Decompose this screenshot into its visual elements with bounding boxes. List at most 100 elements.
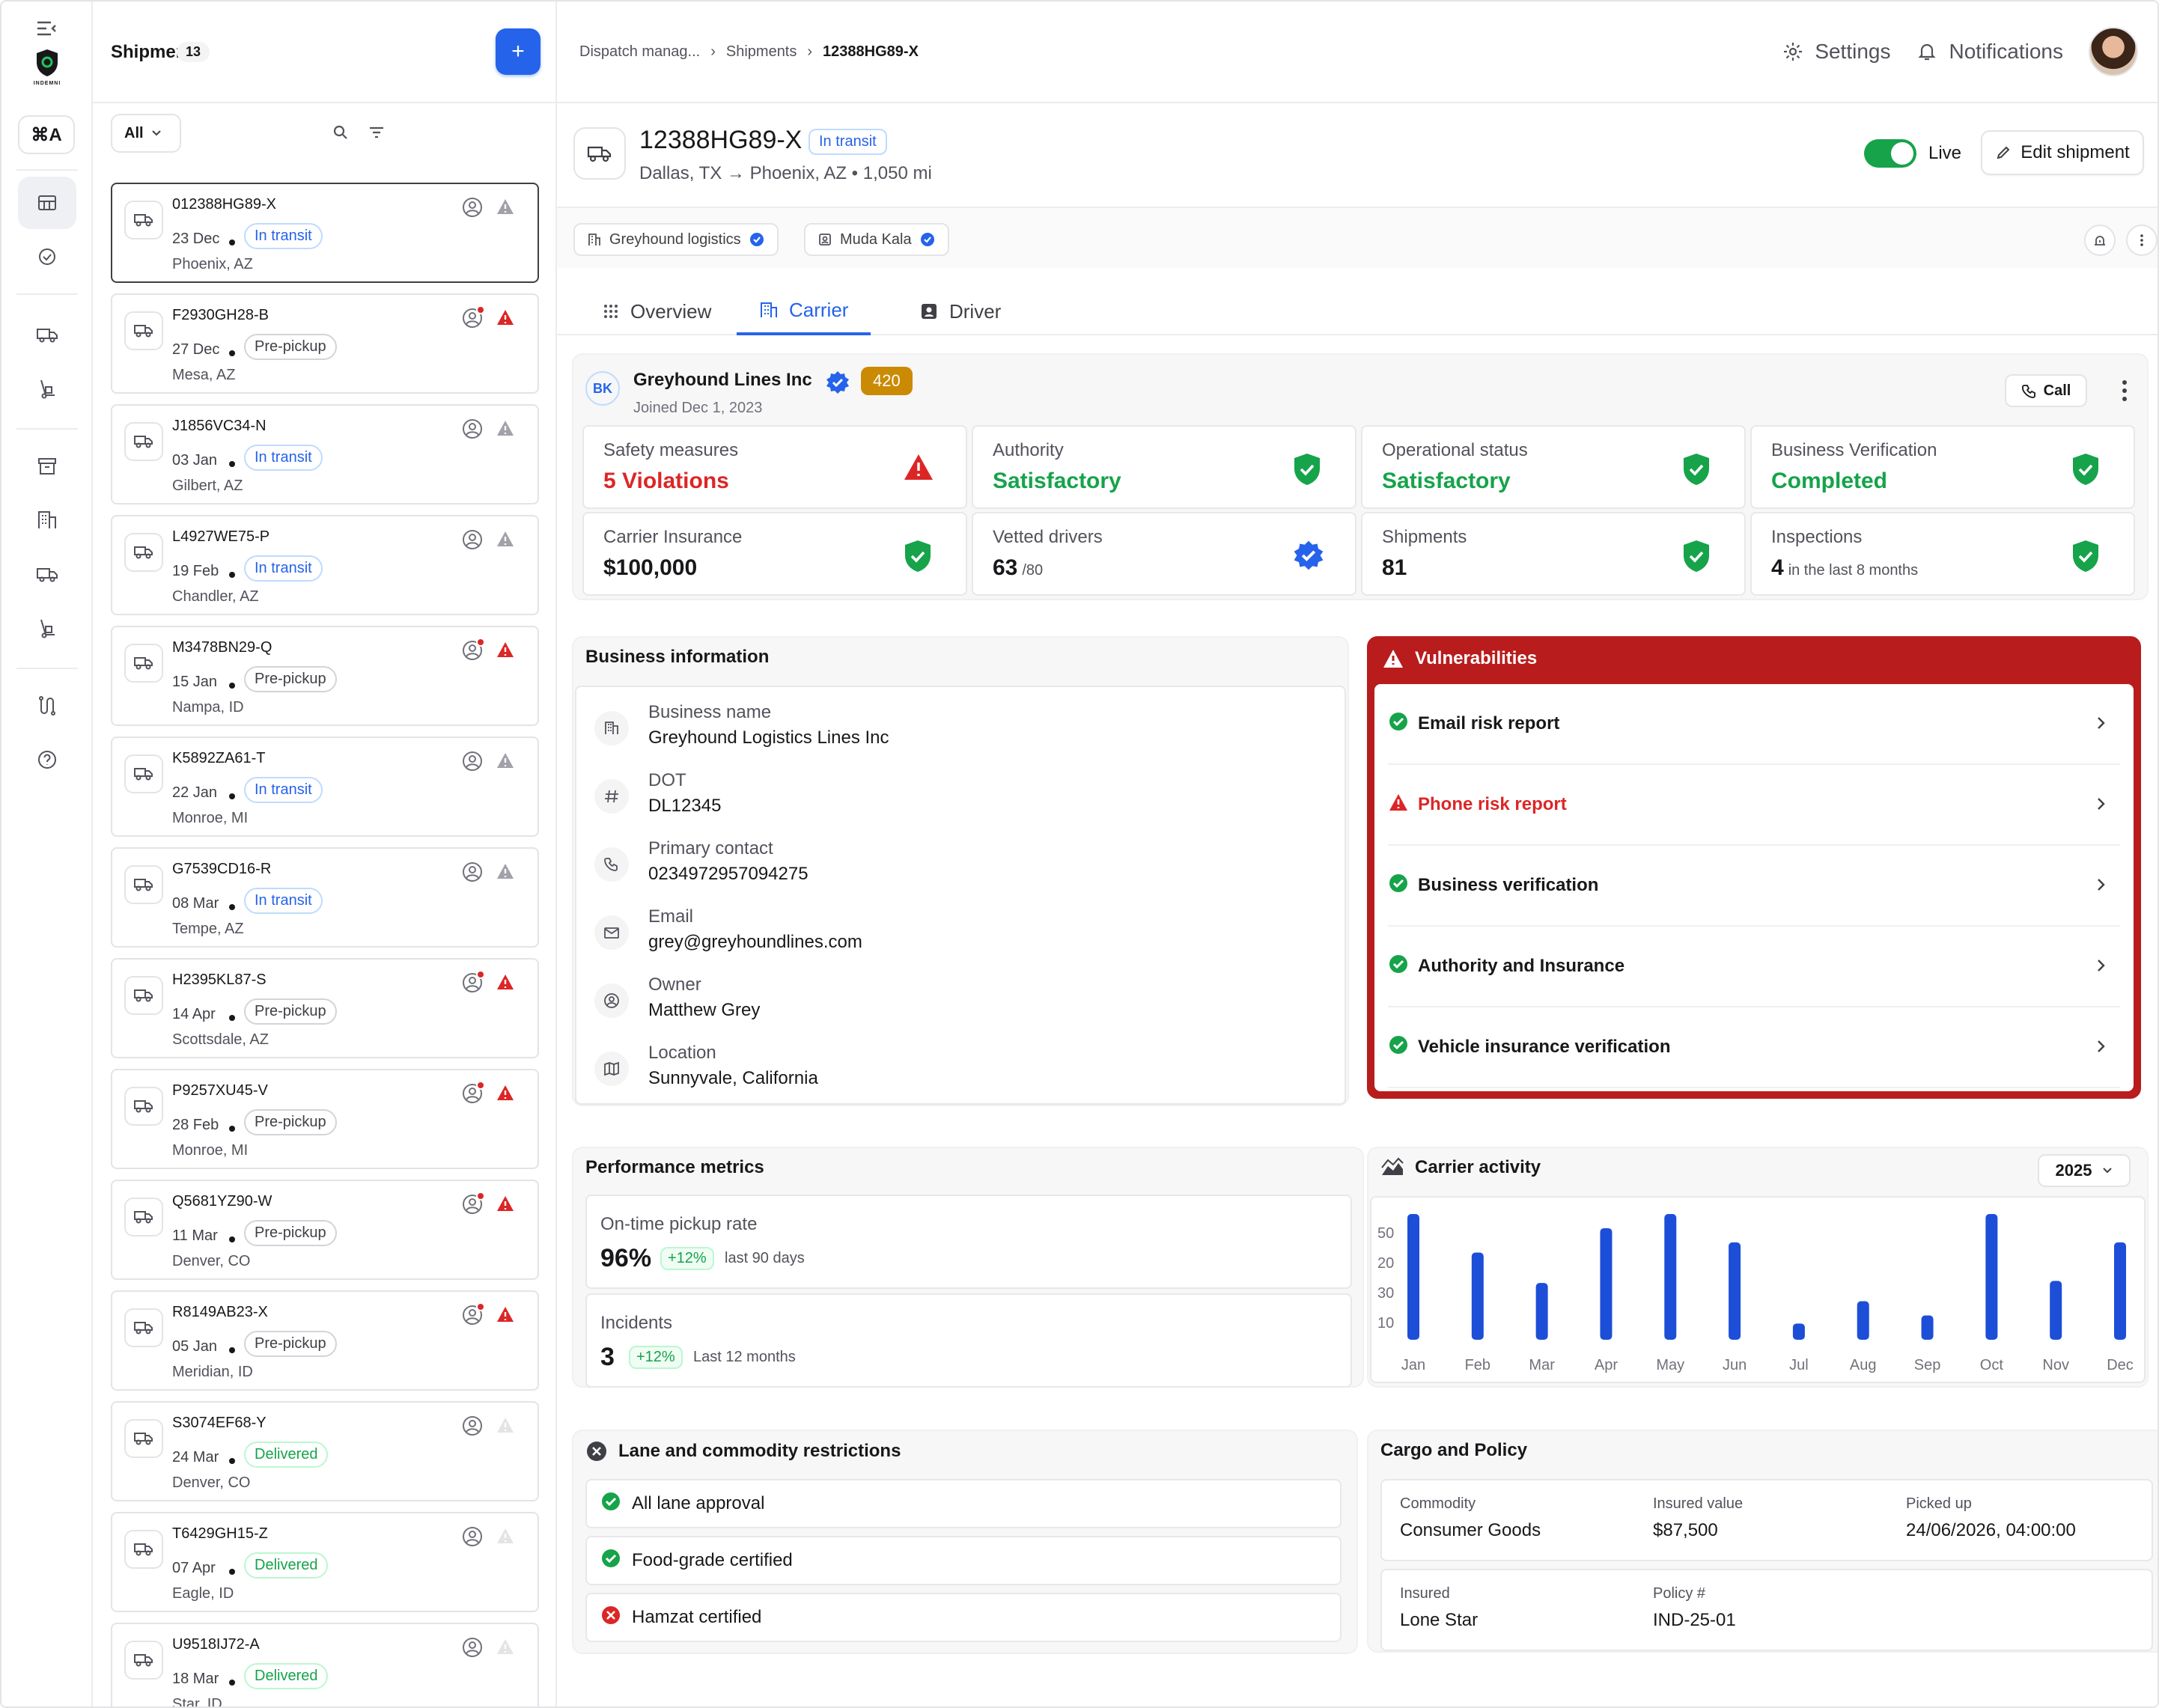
shipment-card-id: U9518IJ72-A [172,1636,260,1653]
shipment-card[interactable]: K5892ZA61-T 22 Jan In transit Monroe, MI [111,736,539,837]
separator-dot [229,350,235,356]
vulnerability-item[interactable]: Vehicle insurance verification [1388,1007,2120,1088]
more-options-button[interactable] [2126,225,2158,256]
verified-icon[interactable] [18,231,76,283]
tab-overview[interactable]: Overview [579,287,734,335]
shipment-card[interactable]: H2395KL87-S 14 Apr Pre-pickup Scottsdale, A… [111,958,539,1058]
tab-driver[interactable]: Driver [897,287,1023,335]
assign-driver-icon[interactable] [461,1415,484,1437]
vulnerability-item[interactable]: Phone risk report [1388,765,2120,846]
breadcrumb-dispatch[interactable]: Dispatch manag... [579,43,700,61]
shipment-card[interactable]: J1856VC34-N 03 Jan In transit Gilbert, AZ [111,404,539,504]
chart-bar[interactable] [1792,1323,1805,1340]
logo-shield-icon [37,49,58,76]
breadcrumb-shipments[interactable]: Shipments [726,43,797,61]
settings-button[interactable]: Settings [1782,40,1890,64]
more-vertical-icon[interactable] [2117,379,2132,403]
shipment-card[interactable]: T6429GH15-Z 07 Apr Delivered Eagle, ID [111,1512,539,1612]
chart-bar[interactable] [1857,1301,1869,1340]
chart-bar[interactable] [2050,1281,2062,1340]
separator-dot [229,572,235,578]
business-field-label: Primary contact [648,838,773,858]
notifications-button[interactable]: Notifications [1916,40,2063,64]
route-icon[interactable] [18,680,76,732]
assign-driver-icon[interactable] [461,528,484,551]
archive-icon[interactable] [18,440,76,492]
shipment-card-status: In transit [244,223,323,249]
cargo-field: Policy # IND-25-01 [1653,1585,1736,1631]
lane-restrictions-section: Lane and commodity restrictions All lane… [572,1430,1358,1654]
shipment-card[interactable]: 012388HG89-X 23 Dec In transit Phoenix, AZ [111,183,539,283]
chart-bar[interactable] [1471,1252,1484,1340]
assign-driver-icon[interactable] [461,750,484,772]
stat-card: Shipments 81 [1361,512,1746,596]
shipment-card[interactable]: L4927WE75-P 19 Feb In transit Chandler, AZ [111,515,539,615]
shipment-card[interactable]: S3074EF68-Y 24 Mar Delivered Denver, CO [111,1401,539,1501]
chart-bar[interactable] [1985,1214,1998,1340]
assign-driver-icon[interactable] [461,196,484,219]
call-button[interactable]: Call [2005,374,2087,407]
separator-dot [229,1126,235,1132]
assign-driver-icon[interactable] [461,1636,484,1659]
building-icon[interactable] [18,494,76,546]
chart-bar[interactable] [1535,1283,1548,1340]
company-chip[interactable]: Greyhound logistics [573,223,779,256]
vulnerability-item[interactable]: Authority and Insurance [1388,927,2120,1007]
chart-bar[interactable] [1407,1214,1419,1340]
dashboard-icon[interactable] [18,177,76,229]
separator-dot [229,1680,235,1686]
live-toggle[interactable]: Live [1864,139,1961,168]
shipment-card[interactable]: U9518IJ72-A 18 Mar Delivered Star, ID [111,1623,539,1708]
x-tick-label: Jul [1789,1357,1809,1373]
sidebar-toggle-icon[interactable] [34,18,60,39]
stat-value: Satisfactory [1382,469,1511,494]
shipment-card[interactable]: R8149AB23-X 05 Jan Pre-pickup Meridian, ID [111,1290,539,1391]
edit-shipment-button[interactable]: Edit shipment [1981,130,2144,175]
vulnerabilities-section: Vulnerabilities Email risk report Phone r… [1367,636,2141,1099]
shipment-card[interactable]: Q5681YZ90-W 11 Mar Pre-pickup Denver, CO [111,1180,539,1280]
dolly-icon[interactable] [18,602,76,654]
chart-bar[interactable] [1664,1214,1677,1340]
assign-driver-icon[interactable] [461,1525,484,1548]
add-shipment-button[interactable]: + [496,28,540,75]
vulnerability-item[interactable]: Business verification [1388,846,2120,927]
cargo-field-label: Picked up [1906,1495,1972,1512]
shipment-card-status: In transit [244,445,323,471]
cargo-policy-section: Cargo and Policy Commodity Consumer Goods… [1367,1430,2158,1653]
stat-suffix: /80 [1022,562,1044,579]
shipment-card[interactable]: F2930GH28-B 27 Dec Pre-pickup Mesa, AZ [111,293,539,394]
stat-card: Safety measures 5 Violations [582,425,967,509]
search-icon[interactable] [331,123,350,142]
truck-icon[interactable] [18,548,76,600]
shipment-card-date: 11 Mar [172,1227,218,1244]
shipment-card[interactable]: P9257XU45-V 28 Feb Pre-pickup Monroe, MI [111,1069,539,1169]
status-filter-select[interactable]: All [111,114,181,153]
chart-bar[interactable] [1600,1227,1613,1340]
vulnerability-item[interactable]: Email risk report [1388,684,2120,765]
truck-icon[interactable] [18,308,76,361]
shipment-card[interactable]: M3478BN29-Q 15 Jan Pre-pickup Nampa, ID [111,626,539,726]
shipment-header: 12388HG89-X In transit Dallas, TX → Phoe… [557,103,2158,268]
assign-driver-icon[interactable] [461,418,484,440]
chart-bar[interactable] [2114,1242,2126,1340]
command-menu-button[interactable]: ⌘A [18,115,75,154]
chart-bar[interactable] [1729,1242,1741,1340]
dolly-icon[interactable] [18,362,76,415]
rail-divider [16,293,78,295]
live-switch[interactable] [1864,139,1916,168]
help-icon[interactable] [18,733,76,786]
shipment-card-status: Pre-pickup [244,1331,337,1357]
shipment-card-id: G7539CD16-R [172,861,272,877]
assign-driver-icon[interactable] [461,861,484,883]
tab-carrier[interactable]: Carrier [737,287,871,335]
alarm-button[interactable] [2084,225,2116,256]
driver-chip[interactable]: Muda Kala [804,223,949,256]
chart-bar[interactable] [1921,1315,1934,1340]
live-label: Live [1928,143,1962,163]
x-tick-label: Dec [2107,1357,2134,1373]
year-select[interactable]: 2025 [2038,1154,2131,1187]
shipment-card[interactable]: G7539CD16-R 08 Mar In transit Tempe, AZ [111,847,539,948]
filter-icon[interactable] [367,123,386,142]
avatar[interactable] [2089,27,2138,76]
shipment-card-location: Star, ID [172,1696,222,1708]
